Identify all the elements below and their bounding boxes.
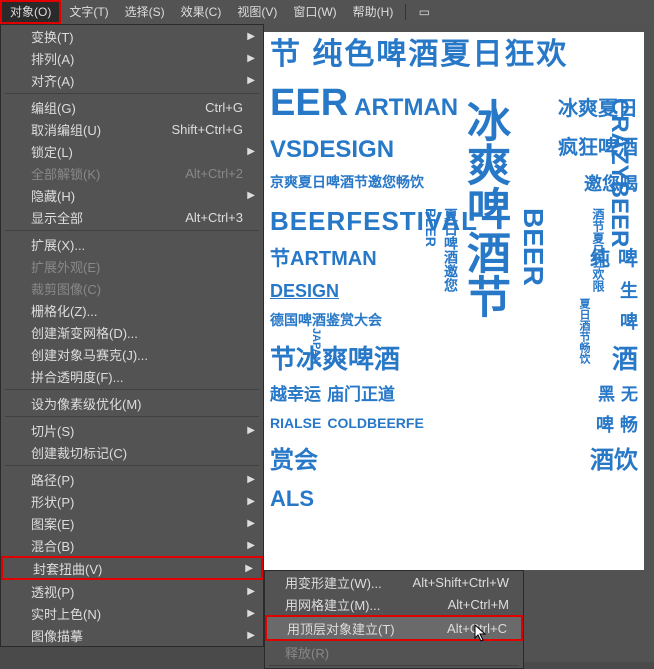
tool-button[interactable]: ▭ ▾ <box>410 0 438 24</box>
menu-item: 扩展外观(E) <box>1 255 263 277</box>
menu-item[interactable]: 排列(A)▶ <box>1 47 263 69</box>
chevron-right-icon: ▶ <box>247 586 255 597</box>
menu-item[interactable]: 封套扭曲(V)▶ <box>1 556 263 580</box>
chevron-right-icon: ▶ <box>247 518 255 529</box>
menu-item[interactable]: 创建对象马赛克(J)... <box>1 343 263 365</box>
menu-item[interactable]: 设为像素级优化(M) <box>1 392 263 414</box>
menu-item[interactable]: 创建裁切标记(C) <box>1 441 263 463</box>
submenu-item[interactable]: 用变形建立(W)...Alt+Shift+Ctrl+W <box>265 571 523 593</box>
menu-帮助(H)[interactable]: 帮助(H) <box>345 0 402 24</box>
menu-item[interactable]: 拼合透明度(F)... <box>1 365 263 387</box>
chevron-right-icon: ▶ <box>247 146 255 157</box>
chevron-right-icon: ▶ <box>247 608 255 619</box>
chevron-right-icon: ▶ <box>247 75 255 86</box>
menu-item[interactable]: 锁定(L)▶ <box>1 140 263 162</box>
menu-文字(T)[interactable]: 文字(T) <box>61 0 116 24</box>
menu-item[interactable]: 路径(P)▶ <box>1 468 263 490</box>
artboard[interactable]: 节 纯色啤酒夏日狂欢 EERARTMAN冰爽夏日 VSDESIGN疯狂啤酒 京爽… <box>264 32 644 570</box>
cursor-icon <box>474 624 488 642</box>
chevron-right-icon: ▶ <box>245 563 253 574</box>
chevron-right-icon: ▶ <box>247 474 255 485</box>
menu-item[interactable]: 混合(B)▶ <box>1 534 263 556</box>
menu-选择(S)[interactable]: 选择(S) <box>117 0 173 24</box>
menu-item[interactable]: 实时上色(N)▶ <box>1 602 263 624</box>
menu-效果(C)[interactable]: 效果(C) <box>173 0 230 24</box>
menu-窗口(W)[interactable]: 窗口(W) <box>285 0 344 24</box>
menu-item[interactable]: 取消编组(U)Shift+Ctrl+G <box>1 118 263 140</box>
submenu-item[interactable]: 用网格建立(M)...Alt+Ctrl+M <box>265 593 523 615</box>
menu-对象(O)[interactable]: 对象(O) <box>0 0 61 24</box>
menu-item[interactable]: 栅格化(Z)... <box>1 299 263 321</box>
menu-item[interactable]: 创建渐变网格(D)... <box>1 321 263 343</box>
art-text: 节 纯色啤酒夏日狂欢 <box>264 32 644 77</box>
object-menu-dropdown: 变换(T)▶排列(A)▶对齐(A)▶ 编组(G)Ctrl+G取消编组(U)Shif… <box>0 24 264 647</box>
menu-item[interactable]: 对齐(A)▶ <box>1 69 263 91</box>
chevron-right-icon: ▶ <box>247 53 255 64</box>
menu-item[interactable]: 编组(G)Ctrl+G <box>1 96 263 118</box>
menu-item[interactable]: 图像描摹▶ <box>1 624 263 646</box>
menu-item[interactable]: 形状(P)▶ <box>1 490 263 512</box>
menu-item[interactable]: 变换(T)▶ <box>1 25 263 47</box>
menu-item[interactable]: 隐藏(H)▶ <box>1 184 263 206</box>
chevron-right-icon: ▶ <box>247 540 255 551</box>
submenu-item: 释放(R) <box>265 641 523 663</box>
menu-item: 裁剪图像(C) <box>1 277 263 299</box>
chevron-right-icon: ▶ <box>247 496 255 507</box>
menu-item[interactable]: 切片(S)▶ <box>1 419 263 441</box>
canvas-area: 节 纯色啤酒夏日狂欢 EERARTMAN冰爽夏日 VSDESIGN疯狂啤酒 京爽… <box>264 24 654 662</box>
menu-视图(V)[interactable]: 视图(V) <box>229 0 285 24</box>
menu-item: 全部解锁(K)Alt+Ctrl+2 <box>1 162 263 184</box>
chevron-right-icon: ▶ <box>247 425 255 436</box>
chevron-right-icon: ▶ <box>247 190 255 201</box>
envelope-distort-submenu: 用变形建立(W)...Alt+Shift+Ctrl+W用网格建立(M)...Al… <box>264 570 524 669</box>
chevron-right-icon: ▶ <box>247 630 255 641</box>
menubar: 对象(O)文字(T)选择(S)效果(C)视图(V)窗口(W)帮助(H) ▭ ▾ <box>0 0 654 24</box>
menu-item[interactable]: 透视(P)▶ <box>1 580 263 602</box>
menu-item[interactable]: 图案(E)▶ <box>1 512 263 534</box>
menu-item[interactable]: 扩展(X)... <box>1 233 263 255</box>
menu-item[interactable]: 显示全部Alt+Ctrl+3 <box>1 206 263 228</box>
chevron-right-icon: ▶ <box>247 31 255 42</box>
